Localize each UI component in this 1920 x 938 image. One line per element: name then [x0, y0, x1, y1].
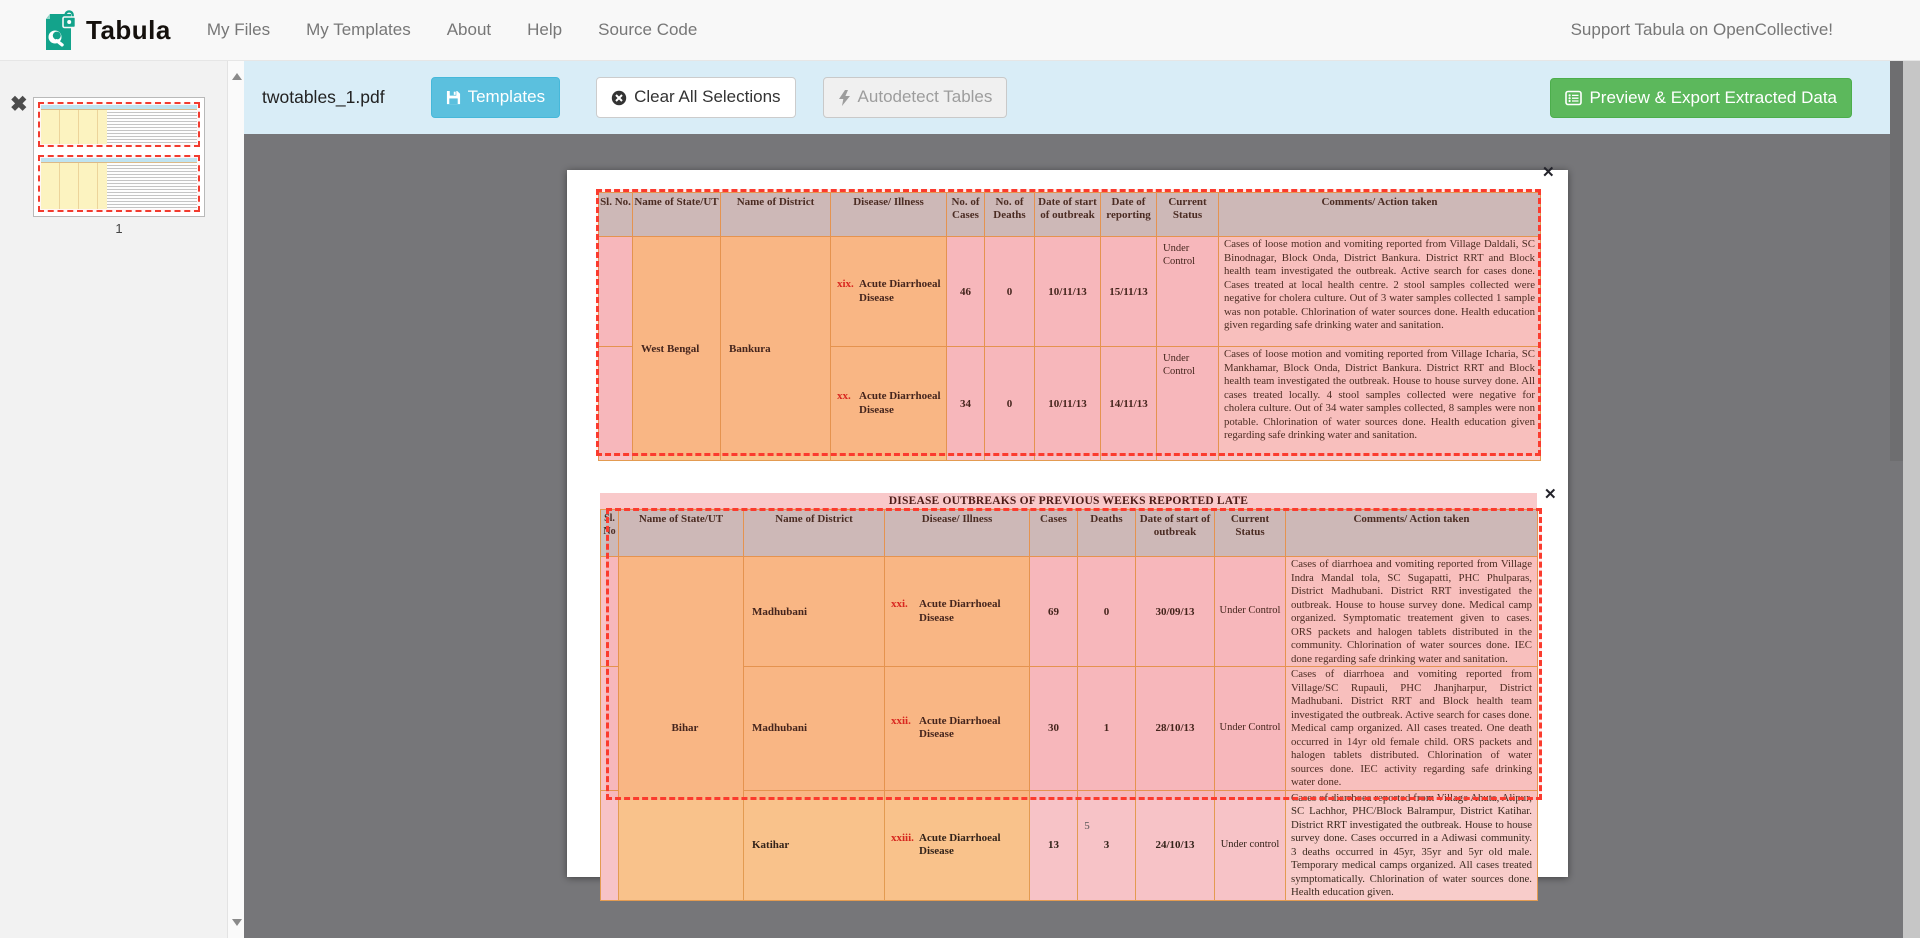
toolbar: twotables_1.pdf Templates Clear All Sele… — [244, 61, 1903, 134]
autodetect-tables-button[interactable]: Autodetect Tables — [823, 77, 1008, 117]
table-selection-2[interactable] — [606, 508, 1542, 800]
templates-button[interactable]: Templates — [431, 77, 560, 117]
table-selection-1[interactable] — [596, 189, 1541, 456]
brand-title: Tabula — [86, 15, 171, 46]
save-icon — [446, 90, 461, 105]
delete-page-icon[interactable]: ✖ — [10, 94, 28, 115]
cell-comments: Cases of diarrhoea reported from Village… — [1286, 790, 1538, 900]
pdf-page-number: 5 — [1057, 820, 1117, 832]
cell-slno — [601, 790, 619, 900]
table-2-title: DISEASE OUTBREAKS OF PREVIOUS WEEKS REPO… — [600, 493, 1537, 509]
cell-cases: 13 — [1030, 790, 1078, 900]
disease-numeral: xxiii. — [887, 832, 919, 859]
cell-start-date: 24/10/13 — [1136, 790, 1215, 900]
tabula-logo-icon — [42, 9, 78, 52]
disease-name: Acute Diarrhoeal Disease — [919, 832, 1027, 859]
thumbnail-selection-1 — [38, 102, 200, 147]
window-scrollbar[interactable] — [1903, 61, 1920, 938]
sidebar: ✖ 1 — [0, 61, 244, 938]
cell-deaths: 3 — [1078, 790, 1136, 900]
cell-status: Under control — [1215, 790, 1286, 900]
clear-all-selections-button[interactable]: Clear All Selections — [596, 77, 795, 117]
nav-my-files[interactable]: My Files — [207, 20, 270, 40]
support-link[interactable]: Support Tabula on OpenCollective! — [1571, 20, 1833, 40]
thumbnail-page-number: 1 — [33, 221, 205, 236]
nav-help[interactable]: Help — [527, 20, 562, 40]
selection-1-close-icon[interactable]: ✕ — [1542, 166, 1555, 181]
thumbnail-selection-2 — [38, 155, 200, 212]
pdf-page[interactable]: Sl. No. Name of State/UT Name of Distric… — [567, 170, 1568, 877]
cell-disease: xxiii. Acute Diarrhoeal Disease — [885, 790, 1030, 900]
clear-all-selections-label: Clear All Selections — [634, 86, 780, 108]
flash-icon — [838, 90, 851, 106]
viewer-scrollbar-thumb[interactable] — [1890, 61, 1903, 461]
list-alt-icon — [1565, 90, 1582, 106]
nav-about[interactable]: About — [447, 20, 491, 40]
nav-source-code[interactable]: Source Code — [598, 20, 697, 40]
pdf-viewer-area: Sl. No. Name of State/UT Name of Distric… — [244, 134, 1903, 938]
scroll-down-icon[interactable] — [232, 919, 242, 926]
autodetect-tables-label: Autodetect Tables — [858, 86, 993, 108]
selection-2-close-icon[interactable]: ✕ — [1544, 488, 1557, 503]
scroll-up-icon[interactable] — [232, 73, 242, 80]
navbar: Tabula My Files My Templates About Help … — [0, 0, 1920, 61]
brand[interactable]: Tabula — [42, 9, 171, 52]
filename-label: twotables_1.pdf — [262, 87, 385, 108]
sidebar-scrollbar[interactable] — [227, 61, 244, 938]
preview-export-label: Preview & Export Extracted Data — [1589, 87, 1837, 109]
cell-district: Katihar — [744, 790, 885, 900]
preview-export-button[interactable]: Preview & Export Extracted Data — [1550, 78, 1852, 118]
page-thumbnail[interactable] — [33, 97, 205, 217]
nav-my-templates[interactable]: My Templates — [306, 20, 411, 40]
remove-circle-icon — [611, 90, 627, 106]
templates-button-label: Templates — [468, 86, 545, 108]
